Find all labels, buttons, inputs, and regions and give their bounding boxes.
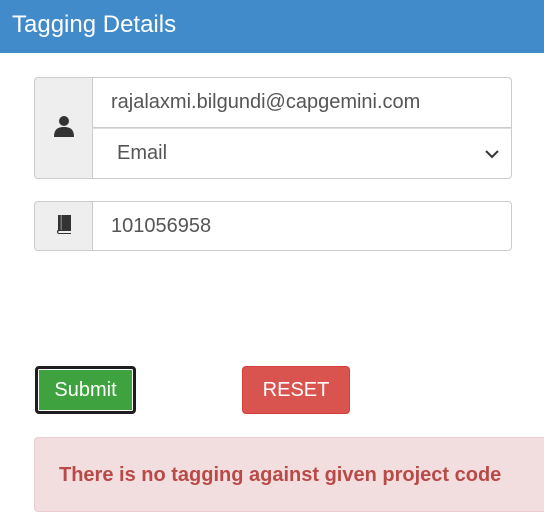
user-icon [54,115,74,142]
page-header: Tagging Details [0,0,544,53]
project-code-addon [34,201,93,251]
project-code-value: 101056958 [111,214,212,237]
error-alert: There is no tagging against given projec… [34,437,544,512]
project-code-field[interactable]: 101056958 [92,201,512,251]
id-type-selected-value: Email [117,142,168,164]
submit-button[interactable]: Submit [35,366,136,414]
email-field-value: rajalaxmi.bilgundi@capgemini.com [111,91,421,113]
chevron-down-icon [483,145,501,163]
book-icon [54,214,74,239]
user-addon [34,77,93,179]
error-alert-message: There is no tagging against given projec… [59,464,502,486]
page-title: Tagging Details [12,11,177,38]
user-input-group: rajalaxmi.bilgundi@capgemini.com Email [34,77,512,179]
reset-button[interactable]: RESET [242,366,350,414]
id-type-select[interactable]: Email [92,128,512,179]
project-code-input-group: 101056958 [34,201,512,251]
email-field[interactable]: rajalaxmi.bilgundi@capgemini.com [92,77,512,128]
